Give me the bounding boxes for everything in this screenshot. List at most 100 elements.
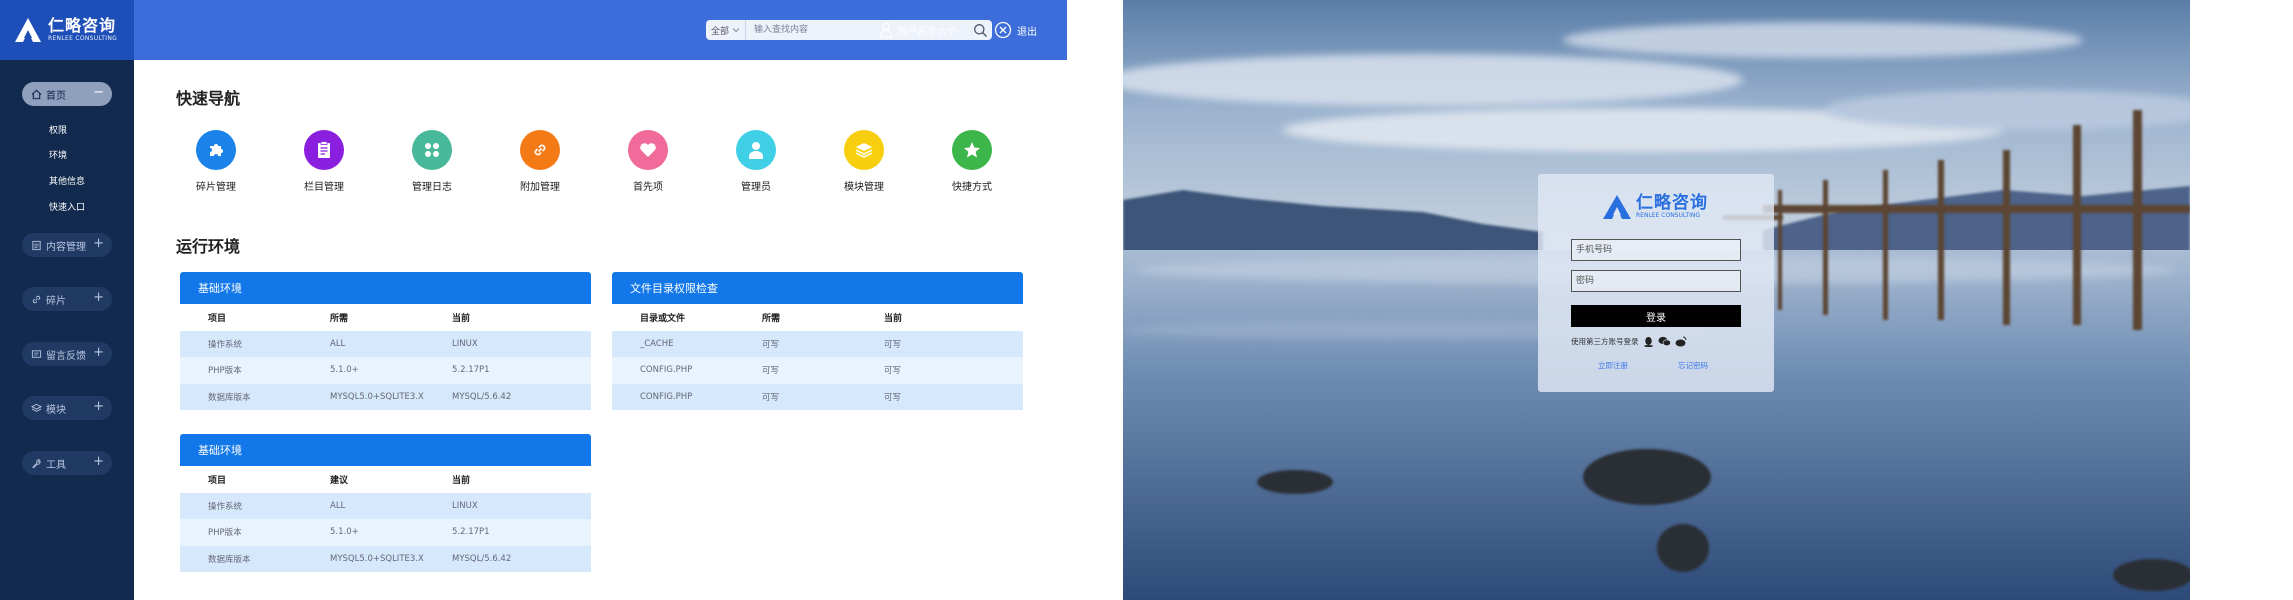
- third-party-login: 使用第三方账号登录: [1571, 336, 1687, 347]
- table-cell: MYSQL5.0+SQLITE3.X: [302, 383, 424, 411]
- panel-title: 基础环境: [180, 434, 591, 466]
- collapse-icon[interactable]: −: [93, 85, 104, 101]
- phone-input[interactable]: [1571, 239, 1741, 261]
- main-content: 快速导航 碎片管理 栏目管理 管理日志 附加管理 首先项 管理员 模块管理 快捷…: [134, 60, 1067, 600]
- table-cell: 操作系统: [180, 330, 302, 358]
- logo-mark-icon: [1603, 195, 1631, 219]
- sidebar-item-tools[interactable]: 工具 +: [22, 451, 112, 475]
- table-cell: 可写: [734, 383, 856, 411]
- table-cell: PHP版本: [180, 357, 302, 384]
- sidebar-item-home[interactable]: 首页 −: [22, 82, 112, 106]
- quick-nav-modules[interactable]: 模块管理: [824, 130, 904, 193]
- column-header: 项目: [180, 466, 302, 493]
- sidebar-item-fragments[interactable]: 碎片 +: [22, 287, 112, 311]
- password-input[interactable]: [1571, 270, 1741, 292]
- login-screen: 仁略咨询 RENLEE CONSULTING 登录 使用第三方账号登录 立即注册…: [1123, 0, 2190, 600]
- table-row: PHP版本 5.1.0+ 5.2.17P1: [180, 519, 591, 546]
- quick-nav-title: 快速导航: [176, 89, 241, 108]
- login-button[interactable]: 登录: [1571, 305, 1741, 327]
- sidebar-item-content[interactable]: 内容管理 +: [22, 233, 112, 257]
- qq-icon[interactable]: [1643, 336, 1654, 347]
- table-cell: _CACHE: [612, 330, 734, 358]
- brand-logo[interactable]: 仁略咨询 RENLEE CONSULTING: [0, 0, 134, 60]
- expand-icon[interactable]: +: [93, 345, 104, 361]
- env-table: 目录或文件 所需 当前 _CACHE 可写 可写 CONFIG.PHP 可写 可…: [612, 304, 1023, 411]
- clipboard-icon: [304, 130, 344, 170]
- column-header: 当前: [856, 304, 1023, 331]
- quick-nav-fragments[interactable]: 碎片管理: [176, 130, 256, 193]
- table-row: 数据库版本 MYSQL5.0+SQLITE3.X MYSQL/5.6.42: [180, 383, 591, 411]
- quick-nav-label: 快捷方式: [952, 182, 992, 193]
- table-cell: ALL: [302, 330, 424, 358]
- register-link[interactable]: 立即注册: [1598, 360, 1628, 371]
- document-icon: [30, 239, 42, 251]
- table-cell: 5.1.0+: [302, 519, 424, 546]
- table-cell: MYSQL/5.6.42: [424, 545, 591, 573]
- sidebar-item-label: 碎片: [46, 295, 66, 307]
- weibo-icon[interactable]: [1675, 336, 1687, 347]
- wechat-icon[interactable]: [1658, 336, 1671, 347]
- table-cell: 可写: [856, 330, 1023, 358]
- quick-nav-label: 管理员: [741, 182, 771, 193]
- link-icon: [30, 293, 42, 305]
- link-icon: [520, 130, 560, 170]
- column-header: 所需: [734, 304, 856, 331]
- panel-title: 基础环境: [180, 272, 591, 304]
- heart-icon: [628, 130, 668, 170]
- expand-icon[interactable]: +: [93, 290, 104, 306]
- table-cell: 数据库版本: [180, 545, 302, 573]
- column-header: 目录或文件: [612, 304, 734, 331]
- screenshot-root: 仁略咨询 RENLEE CONSULTING 首页 − 权限 环境 其他信息 快…: [0, 0, 2293, 600]
- quick-nav-columns[interactable]: 栏目管理: [284, 130, 364, 193]
- login-brand-name: 仁略咨询: [1636, 193, 1708, 213]
- table-cell: 5.2.17P1: [424, 519, 591, 546]
- search-scope-select[interactable]: 全部: [706, 20, 746, 40]
- login-card: 仁略咨询 RENLEE CONSULTING 登录 使用第三方账号登录 立即注册…: [1538, 174, 1774, 392]
- expand-icon[interactable]: +: [93, 454, 104, 470]
- table-cell: LINUX: [424, 492, 591, 520]
- forgot-password-link[interactable]: 忘记密码: [1678, 360, 1708, 371]
- sidebar-item-label: 首页: [46, 90, 66, 102]
- stack-icon: [844, 130, 884, 170]
- sidebar-subitem-quick-entry[interactable]: 快速入口: [49, 200, 85, 213]
- table-cell: 5.2.17P1: [424, 357, 591, 384]
- search-button[interactable]: [968, 20, 992, 40]
- wrench-icon: [30, 457, 42, 469]
- quick-nav-preferences[interactable]: 首先项: [608, 130, 688, 193]
- home-icon: [30, 88, 42, 100]
- env-table: 项目 所需 当前 操作系统 ALL LINUX PHP版本 5.1.0+ 5.2…: [180, 304, 591, 411]
- sidebar-subitem-other-info[interactable]: 其他信息: [49, 174, 85, 187]
- logout-button[interactable]: 退出: [994, 19, 1037, 41]
- table-cell: PHP版本: [180, 519, 302, 546]
- chevron-down-icon: [732, 26, 740, 35]
- quick-nav-admins[interactable]: 管理员: [716, 130, 796, 193]
- table-row: CONFIG.PHP 可写 可写: [612, 357, 1023, 384]
- table-cell: 可写: [856, 383, 1023, 411]
- quick-nav-label: 模块管理: [844, 182, 884, 193]
- column-header: 当前: [424, 466, 591, 493]
- user-icon: [880, 22, 892, 38]
- sidebar-subitem-permission[interactable]: 权限: [49, 123, 67, 136]
- quick-nav-label: 管理日志: [412, 182, 452, 193]
- column-header: 项目: [180, 304, 302, 331]
- sidebar-item-feedback[interactable]: 留言反馈 +: [22, 342, 112, 366]
- quick-nav-shortcuts[interactable]: 快捷方式: [932, 130, 1012, 193]
- table-row: _CACHE 可写 可写: [612, 330, 1023, 358]
- sidebar-subitem-environment[interactable]: 环境: [49, 148, 67, 161]
- expand-icon[interactable]: +: [93, 236, 104, 252]
- table-header-row: 项目 建议 当前: [180, 466, 591, 493]
- user-icon: [736, 130, 776, 170]
- expand-icon[interactable]: +: [93, 399, 104, 415]
- env-panel-recommended: 基础环境 项目 建议 当前 操作系统 ALL LINUX PHP版本 5.1.0: [180, 434, 591, 573]
- quick-nav-label: 附加管理: [520, 182, 560, 193]
- table-row: PHP版本 5.1.0+ 5.2.17P1: [180, 357, 591, 384]
- puzzle-icon: [196, 130, 236, 170]
- search-icon: [973, 23, 987, 37]
- quick-nav-addons[interactable]: 附加管理: [500, 130, 580, 193]
- quick-nav-logs[interactable]: 管理日志: [392, 130, 472, 193]
- table-cell: 可写: [734, 330, 856, 358]
- message-icon: [30, 348, 42, 360]
- table-cell: CONFIG.PHP: [612, 383, 734, 411]
- user-menu[interactable]: 用户名字六个: [880, 20, 957, 40]
- sidebar-item-modules[interactable]: 模块 +: [22, 396, 112, 420]
